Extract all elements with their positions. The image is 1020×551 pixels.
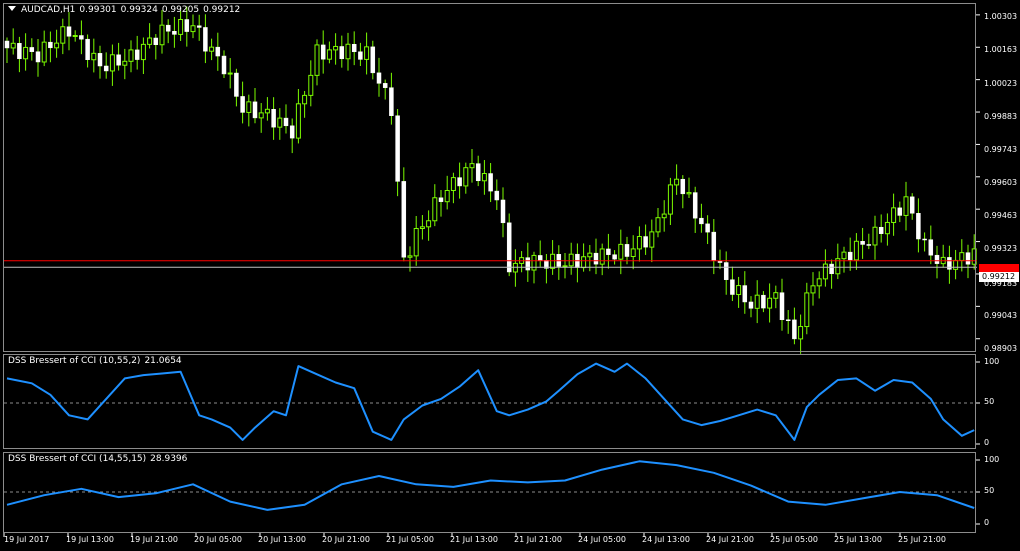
time-axis-label: 21 Jul 13:00 [450,535,498,544]
main-chart-pane[interactable]: AUDCAD,H1 0.99301 0.99324 0.99205 0.99212 [3,3,976,352]
time-axis-label: 21 Jul 05:00 [386,535,434,544]
time-axis-label: 19 Jul 21:00 [130,535,178,544]
price-axis-label: 0.99883 [984,112,1018,121]
open-value: 0.99301 [79,5,117,15]
time-axis-label: 20 Jul 05:00 [194,535,242,544]
indicator-2-header: DSS Bressert of CCI (14,55,15) 28.9396 [8,454,191,464]
time-axis-label: 25 Jul 21:00 [898,535,946,544]
price-axis-label: 0.99743 [984,145,1018,154]
time-axis-label: 24 Jul 13:00 [642,535,690,544]
indicator-1-header: DSS Bressert of CCI (10,55,2) 21.0654 [8,356,186,366]
chart-terminal[interactable]: AUDCAD,H1 0.99301 0.99324 0.99205 0.99212 DS… [0,0,1020,551]
time-axis-label: 21 Jul 21:00 [514,535,562,544]
close-value: 0.99212 [203,5,241,15]
indicator-pane-2[interactable]: DSS Bressert of CCI (14,55,15) 28.9396 [3,452,976,533]
time-axis-label: 19 Jul 2017 [4,535,50,544]
level-label: 50 [984,486,995,495]
chart-menu-arrow-icon[interactable] [8,6,16,11]
price-axis-label: 1.00303 [984,12,1018,21]
time-axis-label: 25 Jul 05:00 [770,535,818,544]
indicator-pane-1[interactable]: DSS Bressert of CCI (10,55,2) 21.0654 [3,354,976,449]
price-axis-label: 1.00023 [984,79,1018,88]
level-label: 100 [984,357,1000,366]
symbol-period-label: AUDCAD,H1 [21,5,76,15]
time-axis-label: 19 Jul 13:00 [66,535,114,544]
time-axis-label: 20 Jul 21:00 [322,535,370,544]
indicator-1-value: 21.0654 [144,356,182,366]
price-axis-label: 0.99323 [984,244,1018,253]
price-axis-label: 0.99043 [984,311,1018,320]
high-value: 0.99324 [120,5,158,15]
time-axis-label: 24 Jul 21:00 [706,535,754,544]
price-axis-label: 0.98903 [984,344,1018,353]
time-axis-label: 25 Jul 13:00 [834,535,882,544]
indicator-2-title: DSS Bressert of CCI (14,55,15) [8,454,147,464]
level-label: 0 [984,438,990,447]
level-label: 0 [984,518,990,527]
level-label: 50 [984,397,995,406]
bid-price-tag: 0.99212 [979,272,1019,282]
level-label: 100 [984,455,1000,464]
time-axis-label: 24 Jul 05:00 [578,535,626,544]
price-axis-label: 0.99463 [984,211,1018,220]
price-axis-label: 0.99603 [984,178,1018,187]
price-axis-label: 1.00163 [984,45,1018,54]
indicator-2-value: 28.9396 [150,454,188,464]
indicator-1-title: DSS Bressert of CCI (10,55,2) [8,356,141,366]
time-axis-label: 20 Jul 13:00 [258,535,306,544]
low-value: 0.99205 [161,5,200,15]
chart-header: AUDCAD,H1 0.99301 0.99324 0.99205 0.99212 [8,5,244,15]
